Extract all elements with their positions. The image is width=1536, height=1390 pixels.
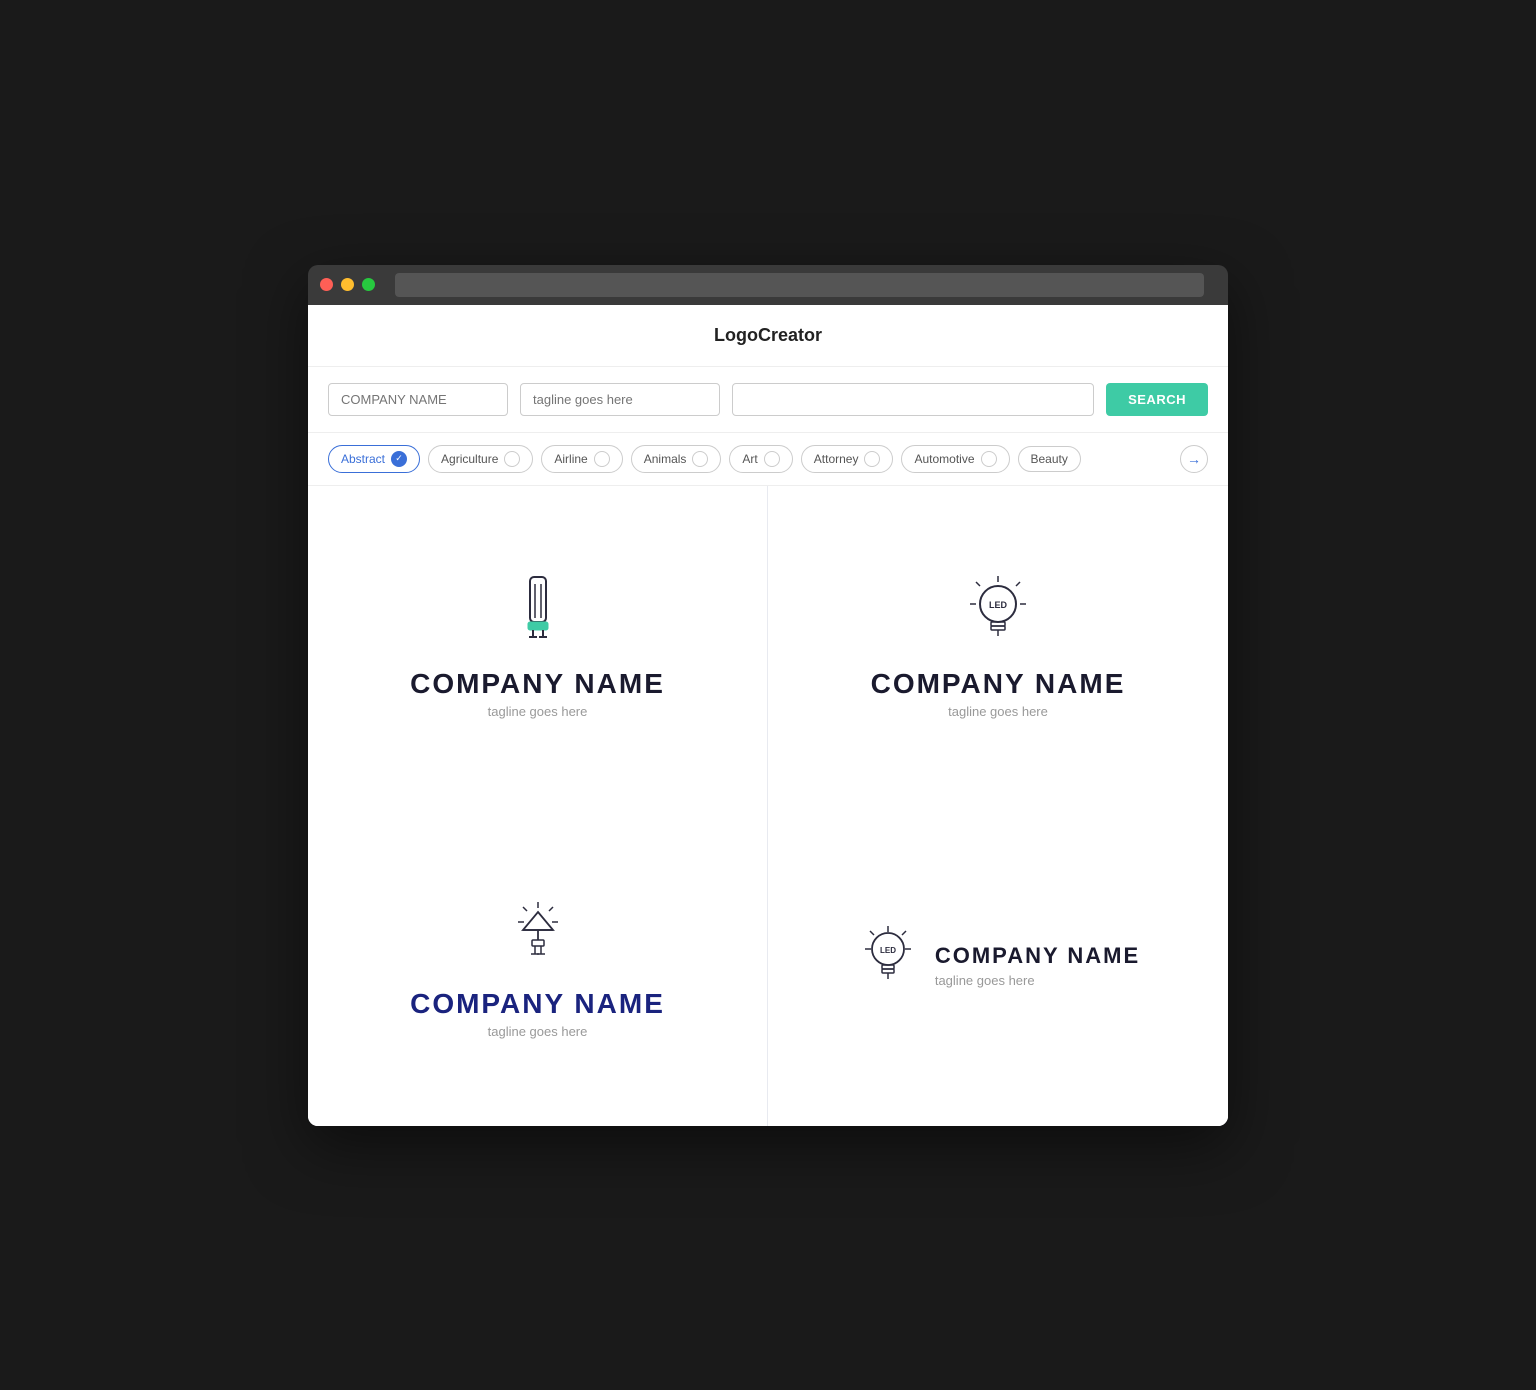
led-tube-icon [508, 572, 568, 652]
app-container: LogoCreator SEARCH Abstract ✓ Agricultur… [308, 305, 1228, 1126]
category-animals-label: Animals [644, 452, 687, 466]
company-name-input[interactable] [328, 383, 508, 416]
category-airline-check: ✓ [594, 451, 610, 467]
led-component-icon [498, 892, 578, 972]
search-bar: SEARCH [308, 367, 1228, 433]
browser-titlebar [308, 265, 1228, 305]
category-bar: Abstract ✓ Agriculture ✓ Airline ✓ Anima… [308, 433, 1228, 486]
category-airline[interactable]: Airline ✓ [541, 445, 622, 473]
close-button[interactable] [320, 278, 333, 291]
category-animals[interactable]: Animals ✓ [631, 445, 722, 473]
category-next-arrow[interactable]: → [1180, 445, 1208, 473]
category-attorney-check: ✓ [864, 451, 880, 467]
category-automotive-label: Automotive [914, 452, 974, 466]
logos-grid: COMPANY NAME tagline goes here [308, 486, 1228, 1126]
category-animals-check: ✓ [692, 451, 708, 467]
category-beauty[interactable]: Beauty [1018, 446, 1081, 472]
category-airline-label: Airline [554, 452, 587, 466]
logo2-company: COMPANY NAME [871, 668, 1126, 700]
category-agriculture-check: ✓ [504, 451, 520, 467]
category-abstract-check: ✓ [391, 451, 407, 467]
logo4-inline: LED COMPANY NAME tagline goes here [856, 923, 1140, 1009]
logo1-tagline: tagline goes here [488, 704, 588, 719]
category-agriculture-label: Agriculture [441, 452, 498, 466]
category-art-label: Art [742, 452, 757, 466]
category-abstract-label: Abstract [341, 452, 385, 466]
category-beauty-label: Beauty [1031, 452, 1068, 466]
svg-text:LED: LED [989, 600, 1008, 610]
logo-card-4[interactable]: LED COMPANY NAME tagline goes here [768, 806, 1228, 1126]
logo-card-3[interactable]: COMPANY NAME tagline goes here [308, 806, 767, 1126]
category-automotive[interactable]: Automotive ✓ [901, 445, 1009, 473]
style-input[interactable] [732, 383, 1094, 416]
logo3-tagline: tagline goes here [488, 1024, 588, 1039]
logo4-tagline: tagline goes here [935, 973, 1140, 988]
app-title: LogoCreator [714, 325, 822, 345]
logo2-tagline: tagline goes here [948, 704, 1048, 719]
app-header: LogoCreator [308, 305, 1228, 367]
category-automotive-check: ✓ [981, 451, 997, 467]
svg-text:LED: LED [880, 946, 896, 955]
search-button[interactable]: SEARCH [1106, 383, 1208, 416]
logo3-company: COMPANY NAME [410, 988, 665, 1020]
url-bar[interactable] [395, 273, 1204, 297]
category-agriculture[interactable]: Agriculture ✓ [428, 445, 533, 473]
category-art[interactable]: Art ✓ [729, 445, 792, 473]
category-attorney[interactable]: Attorney ✓ [801, 445, 894, 473]
maximize-button[interactable] [362, 278, 375, 291]
logo-card-2[interactable]: LED COMPANY NAME tagline goes here [768, 486, 1228, 806]
led-bulb-small-icon: LED [856, 923, 921, 993]
category-abstract[interactable]: Abstract ✓ [328, 445, 420, 473]
led-bulb-icon: LED [958, 572, 1038, 652]
logo4-company: COMPANY NAME [935, 943, 1140, 969]
logo1-company: COMPANY NAME [410, 668, 665, 700]
tagline-input[interactable] [520, 383, 720, 416]
browser-window: LogoCreator SEARCH Abstract ✓ Agricultur… [308, 265, 1228, 1126]
logo4-text: COMPANY NAME tagline goes here [935, 943, 1140, 988]
minimize-button[interactable] [341, 278, 354, 291]
category-attorney-label: Attorney [814, 452, 859, 466]
logo-card-1[interactable]: COMPANY NAME tagline goes here [308, 486, 767, 806]
category-art-check: ✓ [764, 451, 780, 467]
